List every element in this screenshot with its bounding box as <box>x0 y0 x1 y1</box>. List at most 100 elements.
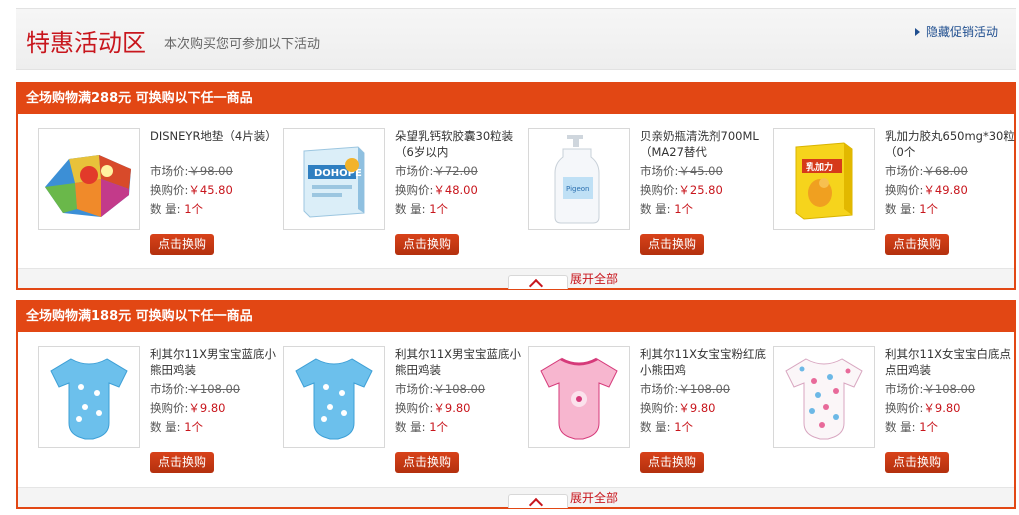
product-image[interactable] <box>38 128 140 230</box>
quantity: 1个 <box>919 420 939 434</box>
quantity-row: 数 量: 1个 <box>395 202 449 216</box>
svg-text:乳加力: 乳加力 <box>806 161 833 173</box>
product-card: 乳加力 乳加力胶丸650mg*30粒（0个 市场价:￥68.00 换购价:￥49… <box>773 128 1015 255</box>
exchange-price: ￥45.80 <box>188 183 233 197</box>
market-price-row: 市场价:￥98.00 <box>150 164 233 178</box>
quantity: 1个 <box>429 420 449 434</box>
market-price: ￥108.00 <box>678 382 731 396</box>
exchange-price-row: 换购价:￥9.80 <box>395 401 471 415</box>
product-card: DOHOPE 朵望乳钙软胶囊30粒装（6岁以内 市场价:￥72.00 换购价:￥… <box>283 128 525 255</box>
exchange-buy-button[interactable]: 点击换购 <box>395 234 459 255</box>
product-image[interactable] <box>38 346 140 448</box>
quantity: 1个 <box>674 202 694 216</box>
section-title: 全场购物满188元 可换购以下任一商品 <box>18 302 1014 332</box>
market-price-row: 市场价:￥45.00 <box>640 164 723 178</box>
svg-text:Pigeon: Pigeon <box>566 185 589 193</box>
pink-onesie-icon <box>540 357 618 440</box>
quantity: 1个 <box>919 202 939 216</box>
product-image[interactable]: Pigeon <box>528 128 630 230</box>
product-image[interactable] <box>773 346 875 448</box>
dotted-onesie-icon <box>785 358 863 440</box>
hide-promotions-link[interactable]: 隐藏促销活动 <box>914 23 998 40</box>
exchange-price-row: 换购价:￥48.00 <box>395 183 478 197</box>
exchange-price: ￥49.80 <box>923 183 968 197</box>
exchange-buy-button[interactable]: 点击换购 <box>885 234 949 255</box>
product-card: Pigeon 贝亲奶瓶清洗剂700ML（MA27替代 市场价:￥45.00 换购… <box>528 128 770 255</box>
product-name[interactable]: 利其尔11X男宝宝蓝底小熊田鸡装 <box>150 346 280 380</box>
exchange-price: ￥25.80 <box>678 183 723 197</box>
chevron-up-icon <box>528 278 544 294</box>
market-price-row: 市场价:￥108.00 <box>640 382 731 396</box>
hide-promotions-label: 隐藏促销活动 <box>925 25 998 39</box>
market-price-row: 市场价:￥108.00 <box>150 382 241 396</box>
product-name[interactable]: DISNEYR地垫（4片装） <box>150 128 280 162</box>
exchange-buy-button[interactable]: 点击换购 <box>885 452 949 473</box>
exchange-price: ￥9.80 <box>188 401 226 415</box>
product-name[interactable]: 贝亲奶瓶清洗剂700ML（MA27替代 <box>640 128 770 162</box>
product-name[interactable]: 乳加力胶丸650mg*30粒（0个 <box>885 128 1015 162</box>
section-title: 全场购物满288元 可换购以下任一商品 <box>18 84 1014 114</box>
product-name[interactable]: 利其尔11X女宝宝粉红底小熊田鸡 <box>640 346 770 380</box>
chevron-up-icon <box>528 497 544 513</box>
product-card: 利其尔11X男宝宝蓝底小熊田鸡装 市场价:￥108.00 换购价:￥9.80 数… <box>283 346 525 473</box>
calcium-box-icon: DOHOPE <box>303 146 365 218</box>
exchange-price-row: 换购价:￥9.80 <box>150 401 226 415</box>
quantity-row: 数 量: 1个 <box>150 420 204 434</box>
quantity: 1个 <box>184 420 204 434</box>
quantity-row: 数 量: 1个 <box>640 420 694 434</box>
product-name[interactable]: 利其尔11X男宝宝蓝底小熊田鸡装 <box>395 346 525 380</box>
quantity: 1个 <box>429 202 449 216</box>
product-image[interactable] <box>528 346 630 448</box>
exchange-buy-button[interactable]: 点击换购 <box>640 452 704 473</box>
exchange-price: ￥9.80 <box>678 401 716 415</box>
market-price: ￥98.00 <box>188 164 233 178</box>
product-card: DISNEYR地垫（4片装） 市场价:￥98.00 换购价:￥45.80 数 量… <box>38 128 280 255</box>
quantity-row: 数 量: 1个 <box>885 202 939 216</box>
expand-toggle[interactable] <box>508 275 568 294</box>
product-image[interactable]: DOHOPE <box>283 128 385 230</box>
product-name[interactable]: 利其尔11X女宝宝白底点点田鸡装 <box>885 346 1015 380</box>
market-price: ￥108.00 <box>433 382 486 396</box>
promo-section-188: 全场购物满188元 可换购以下任一商品 利其尔11X男宝宝蓝底小熊田鸡装 市场价… <box>16 300 1016 513</box>
expand-all-link[interactable]: 展开全部 <box>570 270 618 287</box>
exchange-buy-button[interactable]: 点击换购 <box>150 234 214 255</box>
exchange-price-row: 换购价:￥25.80 <box>640 183 723 197</box>
exchange-price-row: 换购价:￥9.80 <box>640 401 716 415</box>
product-image[interactable]: 乳加力 <box>773 128 875 230</box>
puzzle-mat-icon <box>45 155 131 217</box>
quantity-row: 数 量: 1个 <box>640 202 694 216</box>
triangle-right-icon <box>914 27 920 36</box>
promo-header: 特惠活动区 本次购买您可参加以下活动 隐藏促销活动 <box>16 8 1016 70</box>
product-card: 利其尔11X男宝宝蓝底小熊田鸡装 市场价:￥108.00 换购价:￥9.80 数… <box>38 346 280 473</box>
quantity: 1个 <box>674 420 694 434</box>
expand-toggle[interactable] <box>508 494 568 513</box>
product-image[interactable] <box>283 346 385 448</box>
page-title: 特惠活动区 <box>26 29 146 57</box>
market-price: ￥108.00 <box>923 382 976 396</box>
market-price: ￥45.00 <box>678 164 723 178</box>
quantity-row: 数 量: 1个 <box>150 202 204 216</box>
market-price-row: 市场价:￥68.00 <box>885 164 968 178</box>
blue-onesie-icon <box>50 358 128 440</box>
supplement-box-icon: 乳加力 <box>795 142 853 220</box>
product-card: 利其尔11X女宝宝粉红底小熊田鸡 市场价:￥108.00 换购价:￥9.80 数… <box>528 346 770 473</box>
exchange-buy-button[interactable]: 点击换购 <box>395 452 459 473</box>
exchange-price-row: 换购价:￥45.80 <box>150 183 233 197</box>
exchange-price-row: 换购价:￥9.80 <box>885 401 961 415</box>
expand-bar: 展开全部 <box>18 487 1014 513</box>
market-price-row: 市场价:￥108.00 <box>395 382 486 396</box>
exchange-price: ￥48.00 <box>433 183 478 197</box>
market-price-row: 市场价:￥108.00 <box>885 382 976 396</box>
quantity-row: 数 量: 1个 <box>885 420 939 434</box>
blue-onesie-icon <box>295 358 373 440</box>
page-subtitle: 本次购买您可参加以下活动 <box>164 37 321 52</box>
exchange-buy-button[interactable]: 点击换购 <box>640 234 704 255</box>
exchange-price: ￥9.80 <box>433 401 471 415</box>
product-name[interactable]: 朵望乳钙软胶囊30粒装（6岁以内 <box>395 128 525 162</box>
expand-all-link[interactable]: 展开全部 <box>570 489 618 506</box>
bottle-cleaner-icon: Pigeon <box>554 135 600 224</box>
exchange-price-row: 换购价:￥49.80 <box>885 183 968 197</box>
quantity: 1个 <box>184 202 204 216</box>
exchange-buy-button[interactable]: 点击换购 <box>150 452 214 473</box>
exchange-price: ￥9.80 <box>923 401 961 415</box>
